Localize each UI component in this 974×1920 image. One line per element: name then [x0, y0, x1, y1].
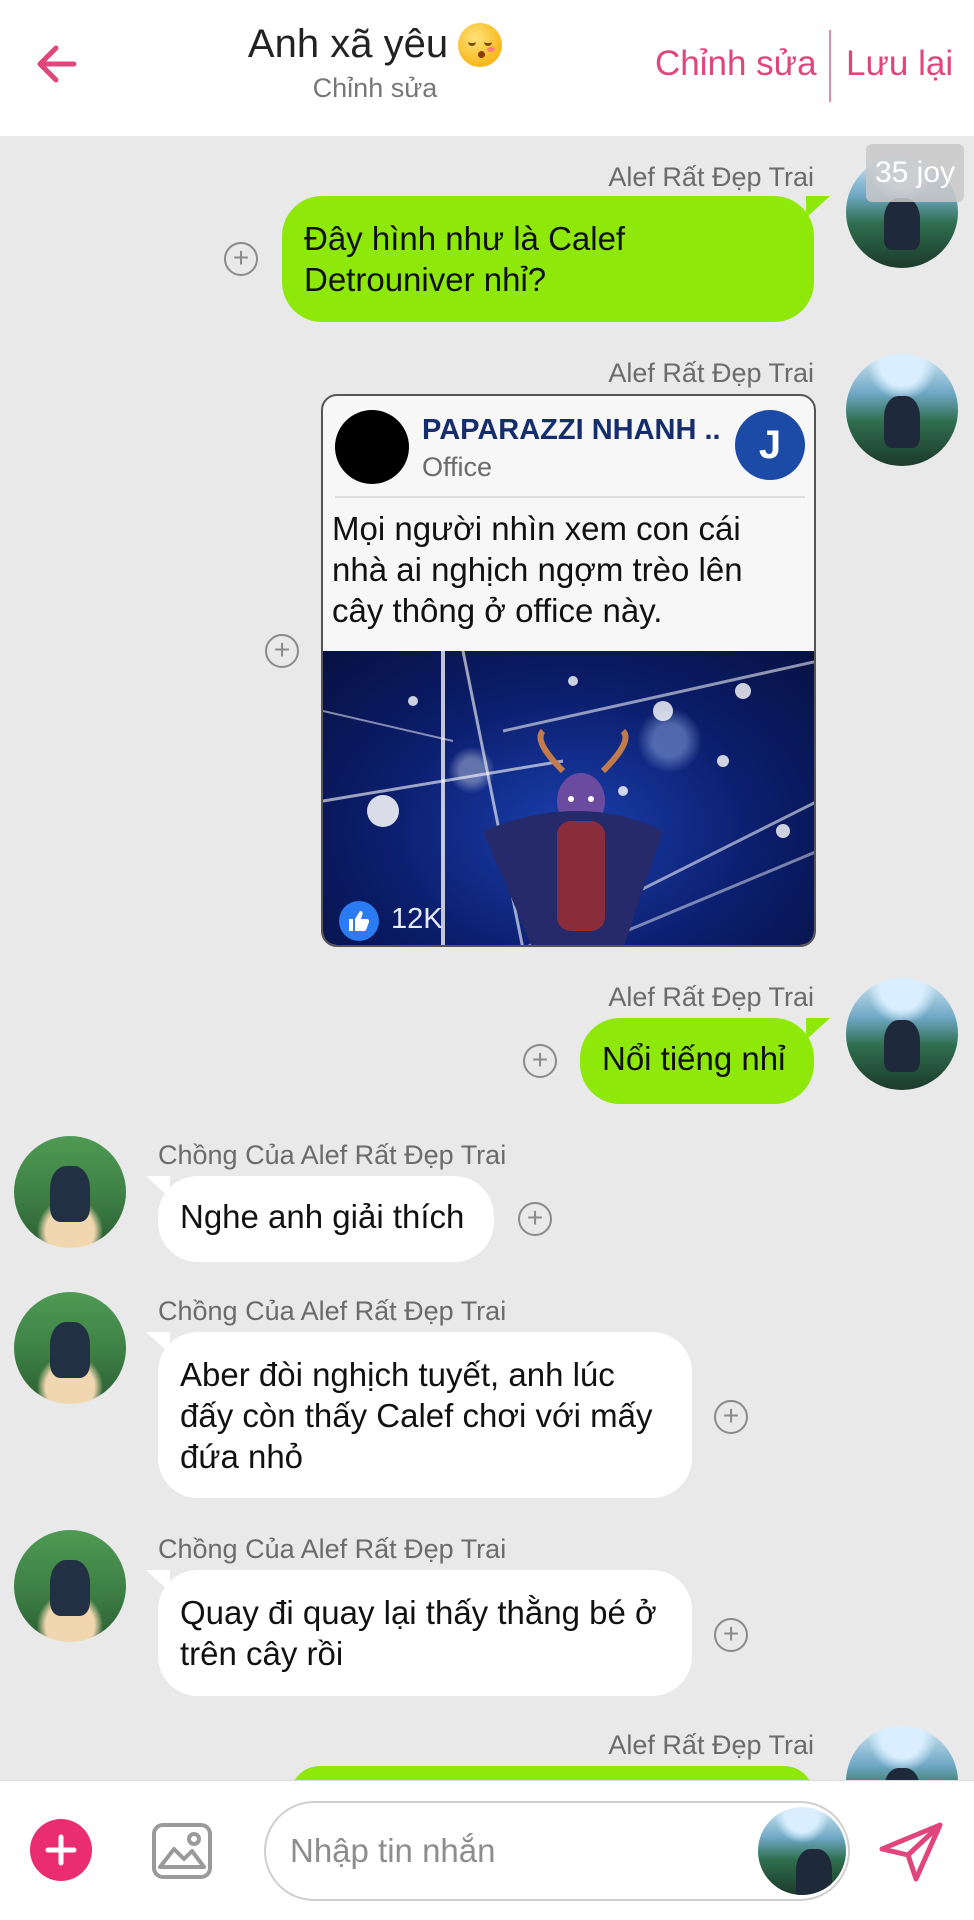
- message-list[interactable]: Alef Rất Đẹp Trai Đây hình như là Calef …: [0, 136, 974, 1780]
- chat-title: Anh xã yêu: [247, 22, 503, 67]
- plus-icon: [45, 1834, 77, 1866]
- composer-bar: [0, 1780, 974, 1920]
- image-icon: [152, 1823, 212, 1879]
- header-divider: [829, 30, 831, 102]
- message-bubble[interactable]: Aber đòi nghịch tuyết, anh lúc đấy còn t…: [158, 1332, 692, 1498]
- add-reaction-icon: +: [232, 241, 250, 273]
- shared-post-card[interactable]: PAPARAZZI NHANH ... Office J Mọi người n…: [321, 394, 816, 947]
- send-button[interactable]: [876, 1821, 946, 1883]
- add-reaction-icon: +: [526, 1201, 544, 1233]
- chat-subtitle: Chỉnh sửa: [312, 73, 438, 103]
- avatar[interactable]: [846, 1726, 958, 1780]
- kissing-face-icon: [458, 22, 503, 67]
- post-text: Mọi người nhìn xem con cái nhà ai nghịch…: [332, 510, 743, 629]
- back-arrow-icon: [37, 45, 77, 83]
- avatar[interactable]: [14, 1136, 126, 1248]
- input-avatar[interactable]: [758, 1807, 846, 1895]
- message-sender: Alef Rất Đẹp Trai: [608, 1730, 814, 1760]
- message-text: Aber đòi nghịch tuyết, anh lúc đấy còn t…: [180, 1356, 653, 1475]
- image-picker-button[interactable]: [150, 1819, 214, 1883]
- message-bubble[interactable]: [290, 1766, 814, 1780]
- post-image[interactable]: 12K: [323, 651, 814, 945]
- message-text: Nghe anh giải thích: [180, 1198, 465, 1235]
- message-bubble[interactable]: Quay đi quay lại thấy thằng bé ở trên câ…: [158, 1570, 692, 1696]
- avatar[interactable]: [14, 1530, 126, 1642]
- chat-header: Anh xã yêu Chỉnh sửa Chỉnh sửa Lưu lại: [0, 0, 974, 136]
- card-divider: [335, 496, 805, 498]
- add-reaction-button[interactable]: +: [714, 1400, 748, 1434]
- avatar[interactable]: [846, 354, 958, 466]
- page-badge-icon: J: [735, 410, 805, 480]
- send-icon: [879, 1822, 943, 1882]
- add-reaction-button[interactable]: +: [224, 242, 258, 276]
- back-button[interactable]: [28, 36, 84, 92]
- page-subtitle: Office: [422, 452, 493, 482]
- message-text: Đây hình như là Calef Detrouniver nhỉ?: [304, 220, 626, 298]
- chat-title-text: Anh xã yêu: [247, 22, 449, 66]
- message-bubble[interactable]: Nổi tiếng nhỉ: [580, 1018, 814, 1104]
- edit-button[interactable]: Chỉnh sửa: [655, 44, 817, 84]
- add-reaction-button[interactable]: +: [714, 1618, 748, 1652]
- avatar[interactable]: [846, 978, 958, 1090]
- bubble-tail: [806, 196, 830, 218]
- add-reaction-button[interactable]: +: [518, 1202, 552, 1236]
- avatar[interactable]: [14, 1292, 126, 1404]
- message-bubble[interactable]: Nghe anh giải thích: [158, 1176, 494, 1262]
- message-text: Quay đi quay lại thấy thằng bé ở trên câ…: [180, 1594, 657, 1672]
- add-attachment-button[interactable]: [30, 1819, 92, 1881]
- message-sender: Alef Rất Đẹp Trai: [608, 162, 814, 192]
- message-sender: Chồng Của Alef Rất Đẹp Trai: [158, 1296, 507, 1326]
- save-button[interactable]: Lưu lại: [846, 44, 953, 84]
- like-count: 12K: [391, 903, 443, 935]
- add-reaction-button[interactable]: +: [523, 1044, 557, 1078]
- message-sender: Alef Rất Đẹp Trai: [608, 358, 814, 388]
- add-reaction-button[interactable]: +: [265, 634, 299, 668]
- bubble-tail: [806, 1018, 830, 1040]
- joy-counter-badge: 35 joy: [866, 144, 964, 202]
- add-reaction-icon: +: [531, 1043, 549, 1075]
- page-name: PAPARAZZI NHANH ...: [422, 414, 722, 446]
- message-sender: Alef Rất Đẹp Trai: [608, 982, 814, 1012]
- message-bubble[interactable]: Đây hình như là Calef Detrouniver nhỉ?: [282, 196, 814, 322]
- add-reaction-icon: +: [722, 1617, 740, 1649]
- message-text: Nổi tiếng nhỉ: [602, 1040, 786, 1077]
- like-icon: [339, 901, 379, 941]
- add-reaction-icon: +: [722, 1399, 740, 1431]
- message-sender: Chồng Của Alef Rất Đẹp Trai: [158, 1140, 507, 1170]
- message-sender: Chồng Của Alef Rất Đẹp Trai: [158, 1534, 507, 1564]
- chat-title-block: Anh xã yêu Chỉnh sửa: [200, 22, 550, 104]
- page-avatar: [335, 410, 409, 484]
- add-reaction-icon: +: [273, 633, 291, 665]
